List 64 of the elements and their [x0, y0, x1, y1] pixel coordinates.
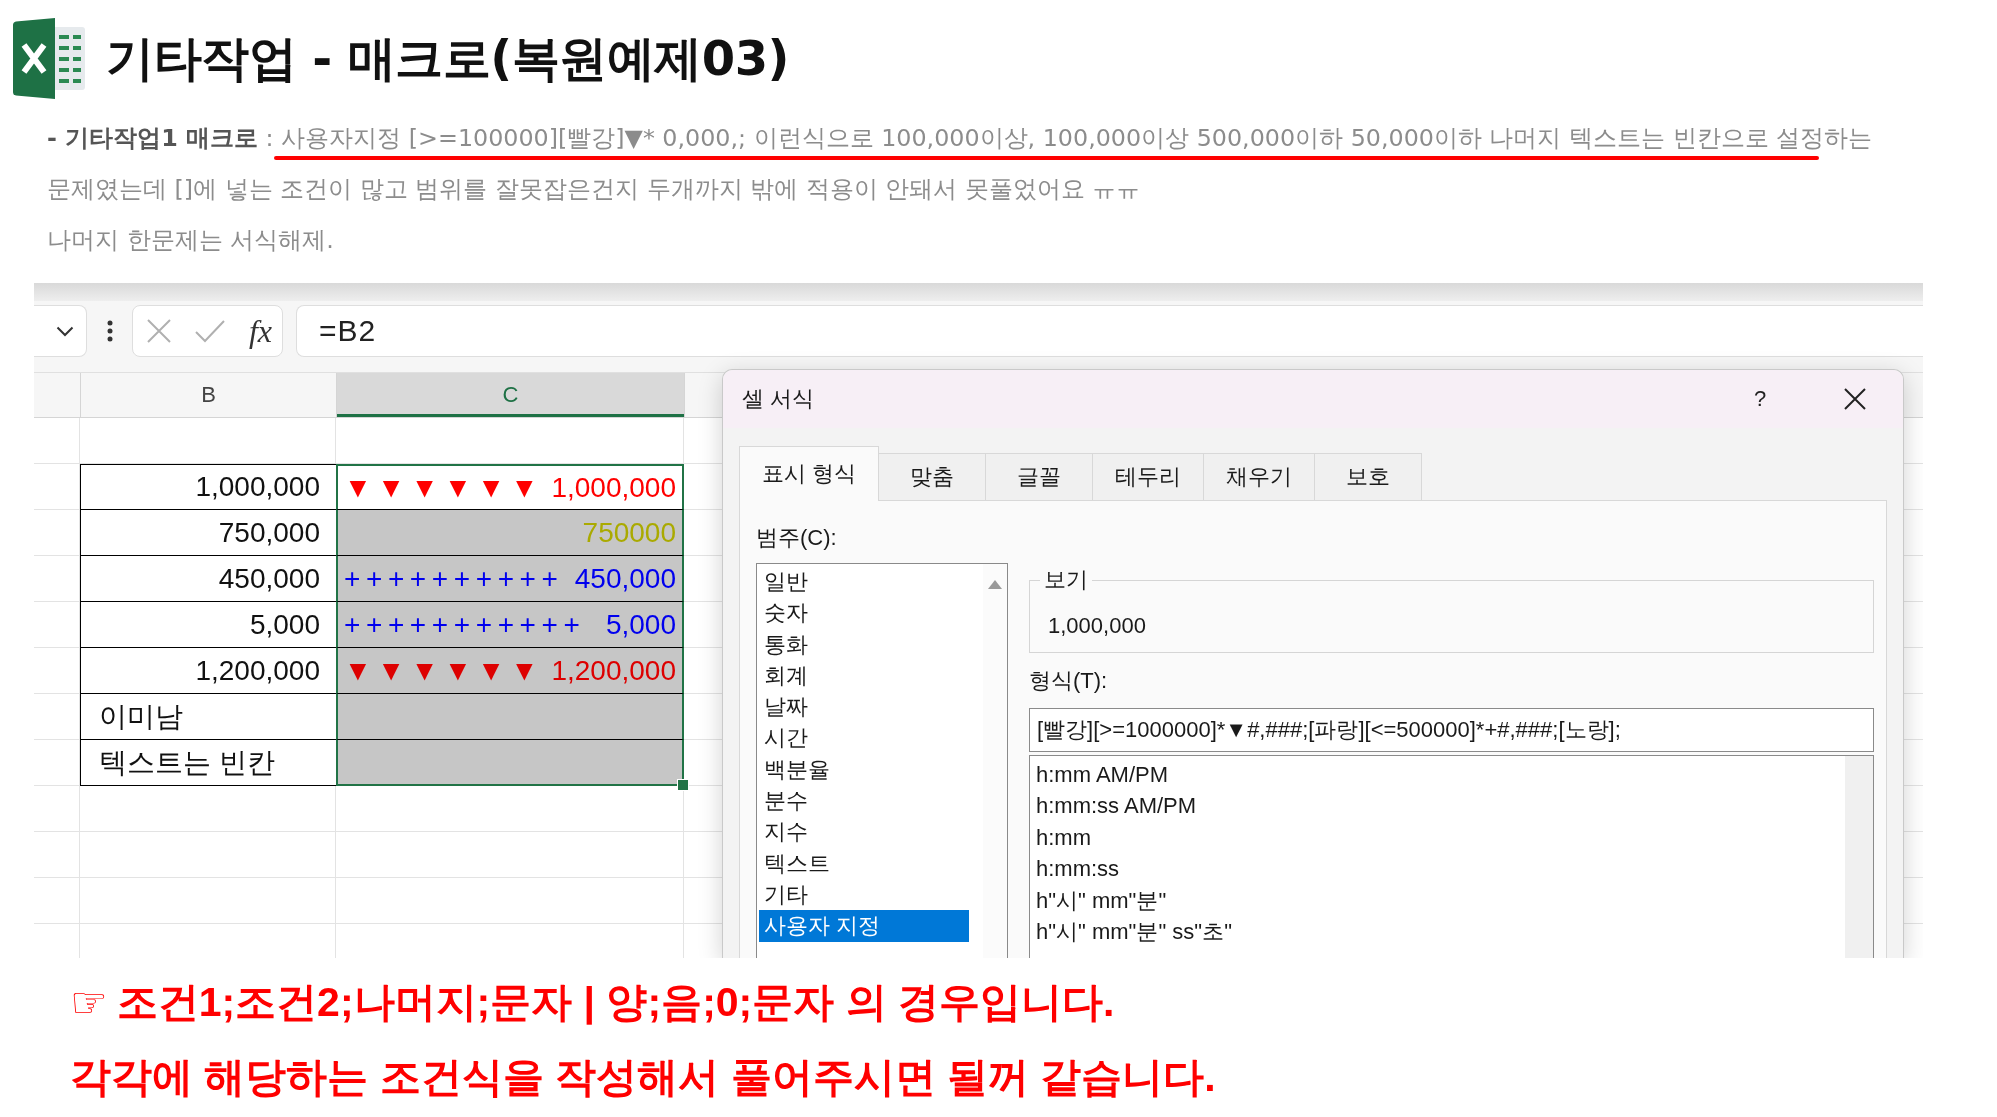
table-cell: 450,000 [80, 556, 336, 602]
list-item[interactable]: h:mm AM/PM [1036, 759, 1845, 791]
cell-value: 5,000 [605, 608, 676, 641]
list-item[interactable]: h:mm:ss [1036, 853, 1845, 885]
list-item[interactable]: h:mm:ss AM/PM [1036, 790, 1845, 822]
cell-value: 1,000,000 [551, 471, 676, 504]
scrollbar[interactable] [1845, 756, 1873, 958]
table-cell: 텍스트는 빈칸 [80, 740, 336, 786]
fill-handle[interactable] [677, 779, 689, 791]
help-button[interactable]: ? [1740, 379, 1780, 419]
table-cell: 5,000 [80, 602, 336, 648]
tab[interactable]: 보호 [1314, 453, 1423, 500]
list-item[interactable]: 회계 [759, 659, 969, 692]
name-box[interactable] [34, 305, 87, 357]
note-text: 조건1;조건2;나머지;문자 | 양;음;0;문자 의 경우입니다. [116, 977, 1115, 1027]
cross-icon[interactable] [147, 319, 171, 343]
list-item[interactable]: 사용자 지정 [759, 910, 969, 942]
list-item[interactable]: h"시" mm"분" ss"초" [1036, 915, 1845, 948]
spreadsheet-logo-icon [13, 18, 85, 99]
list-item[interactable]: 숫자 [759, 597, 969, 629]
list-item[interactable]: 텍스트 [759, 847, 969, 879]
fill-characters: ▼▼▼▼▼▼ [344, 654, 544, 687]
cell-value: 450,000 [574, 562, 676, 595]
table-cell: 1,200,000 [80, 648, 336, 694]
tab[interactable]: 표시 형식 [739, 446, 880, 501]
vertical-dots-icon[interactable] [107, 320, 113, 342]
table-cell: 이미남 [80, 694, 336, 740]
close-icon [1844, 388, 1866, 410]
column-header[interactable]: C [336, 373, 685, 417]
scroll-up-arrow-icon[interactable] [988, 580, 1002, 589]
list-item[interactable]: h:mm [1036, 821, 1845, 854]
group-label: 보기 [1043, 566, 1089, 594]
list-item[interactable]: 지수 [759, 816, 969, 848]
list-item[interactable]: 백분율 [759, 753, 969, 786]
preview-value: 1,000,000 [1048, 612, 1147, 639]
scrollbar[interactable] [983, 564, 1007, 958]
page-title: 기타작업 - 매크로(복원예제03) [106, 28, 789, 88]
cell-value: 750000 [582, 516, 676, 549]
note-text: 각각에 해당하는 조건식을 작성해서 풀어주시면 될꺼 같습니다. [70, 1052, 1216, 1102]
field-label: 범주(C): [756, 524, 838, 552]
fill-characters: ++++++++++ [344, 562, 564, 595]
cell-value: 1,200,000 [551, 654, 676, 687]
dialog-title: 셀 서식 [742, 385, 815, 413]
fill-characters: +++++++++++ [344, 608, 586, 641]
list-item[interactable]: 기타 [759, 878, 969, 911]
post-text: 문제였는데 []에 넣는 조건이 많고 범위를 잘못잡은건지 두개까지 밖에 적용이 안돼서 못풀었어요 ㅠㅠ [47, 175, 1141, 203]
list-item[interactable]: h"시" mm"분" [1036, 884, 1845, 916]
list-item[interactable]: 일반 [759, 566, 969, 598]
list-item[interactable]: 분수 [759, 785, 969, 817]
list-item[interactable]: 시간 [759, 722, 969, 754]
post-text: 나머지 한문제는 서식해제. [47, 226, 334, 254]
format-input[interactable]: [빨강][>=1000000]*▼#,###;[파랑][<=500000]*+#,###;[노랑]; [1029, 708, 1874, 752]
function-button[interactable]: fx [248, 315, 272, 347]
table-cell: 1,000,000 [80, 464, 336, 510]
fill-characters: ▼▼▼▼▼▼ [344, 471, 544, 504]
field-label: 형식(T): [1029, 666, 1109, 695]
post-text: - 기타작업1 매크로 : 사용자지정 [>=100000][빨강]▼* 0,000,; 이런식으로 100,000이상, 100,000이상 500,000이하 50,000이하 나머지 텍스트는 빈칸으로 설정하는 [47, 124, 1873, 152]
pointing-hand-icon: ☞ [70, 981, 108, 1024]
formula-input[interactable]: =B2 [296, 305, 1923, 357]
check-icon[interactable] [194, 319, 225, 343]
list-item[interactable]: 날짜 [759, 691, 969, 723]
chevron-down-icon [56, 325, 74, 337]
list-item[interactable]: 통화 [759, 628, 969, 660]
table-cell: 750,000 [80, 510, 336, 556]
